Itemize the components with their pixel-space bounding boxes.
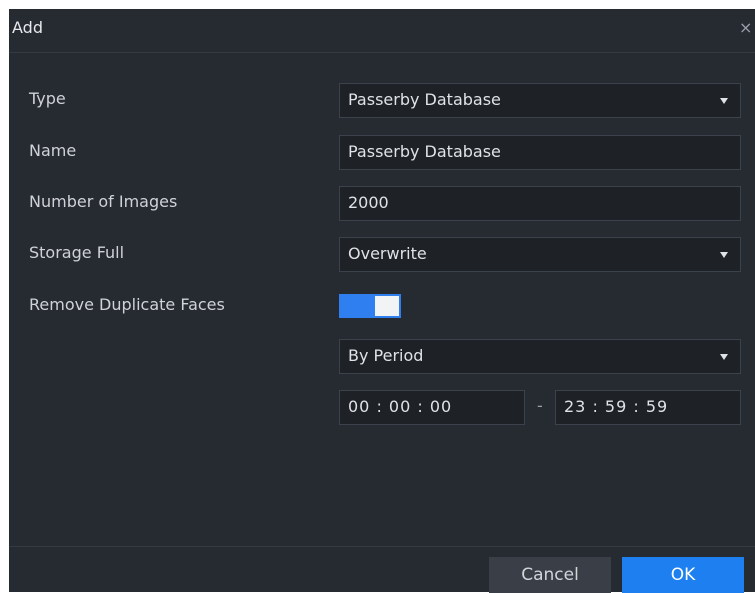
chevron-down-icon [720,98,728,104]
dedupe-toggle[interactable] [339,294,401,318]
name-label: Name [29,141,77,160]
period-select-value: By Period [348,346,424,365]
add-dialog: Add × Type Passerby Database Name Passer… [9,9,755,593]
name-input-value: Passerby Database [348,142,501,161]
storage-label: Storage Full [29,243,125,262]
images-input-value: 2000 [348,193,389,212]
images-label: Number of Images [29,192,178,211]
storage-select-value: Overwrite [348,244,427,263]
dialog-titlebar: Add × [9,9,755,53]
end-time-value: 23 : 59 : 59 [564,397,669,416]
name-input[interactable]: Passerby Database [339,135,741,170]
start-time-input[interactable]: 00 : 00 : 00 [339,390,525,425]
start-time-value: 00 : 00 : 00 [348,397,453,416]
type-select[interactable]: Passerby Database [339,83,741,118]
storage-select[interactable]: Overwrite [339,237,741,272]
chevron-down-icon [720,354,728,360]
ok-button[interactable]: OK [622,557,744,593]
chevron-down-icon [720,252,728,258]
toggle-knob [375,296,399,316]
type-select-value: Passerby Database [348,90,501,109]
images-input[interactable]: 2000 [339,186,741,221]
period-select[interactable]: By Period [339,339,741,374]
close-icon[interactable]: × [739,18,755,38]
dialog-footer: Cancel OK [9,546,755,593]
end-time-input[interactable]: 23 : 59 : 59 [555,390,741,425]
dedupe-label: Remove Duplicate Faces [29,295,225,314]
cancel-button[interactable]: Cancel [489,557,611,593]
dialog-title: Add [12,18,43,37]
type-label: Type [29,89,66,108]
time-separator: - [537,396,543,415]
